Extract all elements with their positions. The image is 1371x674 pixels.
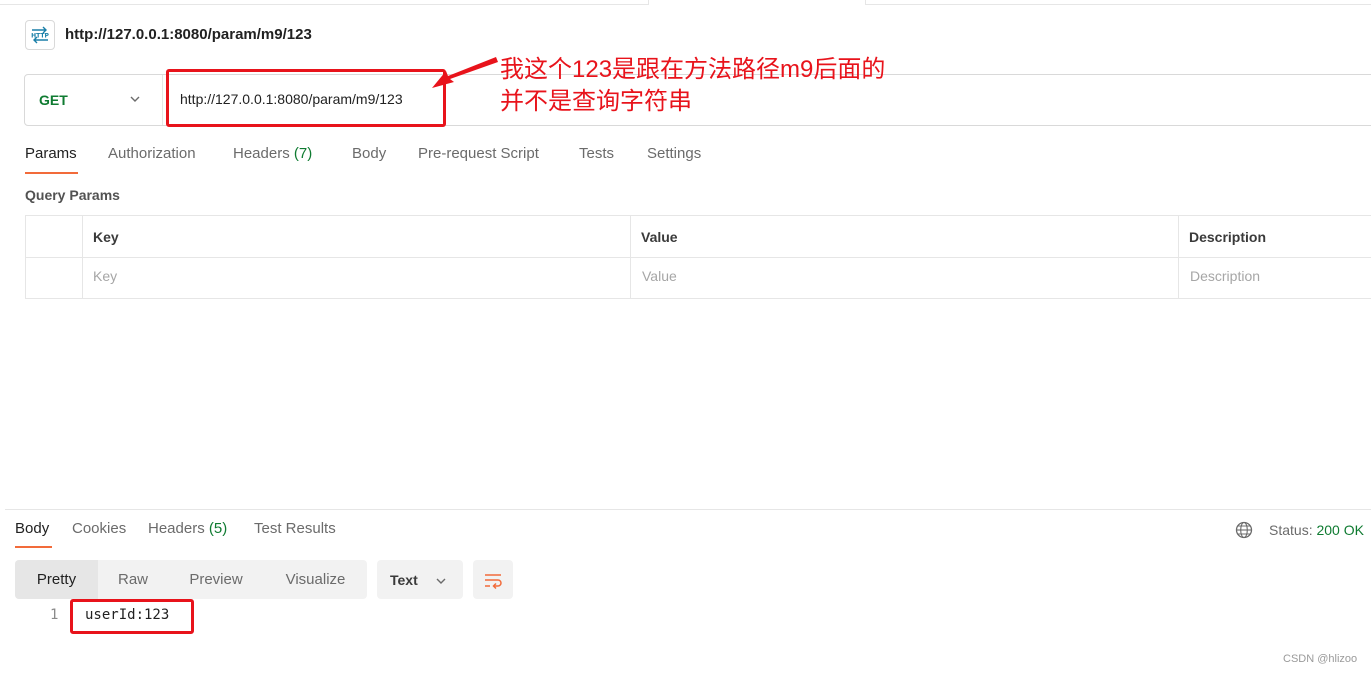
globe-icon[interactable] <box>1235 521 1253 539</box>
method-select[interactable]: GET <box>25 75 163 125</box>
annotation-text: 我这个123是跟在方法路径m9后面的 并不是查询字符串 <box>500 54 885 118</box>
watermark: CSDN @hlizoo <box>1283 653 1358 665</box>
tab-headers[interactable]: Headers (7) <box>233 145 312 162</box>
active-request-tab[interactable] <box>648 0 866 5</box>
wrap-lines-icon <box>485 574 502 590</box>
request-title[interactable]: http://127.0.0.1:8080/param/m9/123 <box>65 26 312 43</box>
annotation-line-1: 我这个123是跟在方法路径m9后面的 <box>500 56 886 83</box>
format-preview-button[interactable]: Preview <box>168 560 264 599</box>
svg-text:HTTP: HTTP <box>31 33 49 40</box>
response-divider[interactable] <box>5 509 1371 510</box>
tab-body[interactable]: Body <box>352 145 386 162</box>
chevron-down-icon <box>130 96 140 102</box>
response-tab-cookies[interactable]: Cookies <box>72 520 126 537</box>
tab-pre-request-script[interactable]: Pre-request Script <box>418 145 539 162</box>
response-tab-headers[interactable]: Headers (5) <box>148 520 227 537</box>
http-icon: HTTP <box>25 20 55 50</box>
format-pretty-button[interactable]: Pretty <box>15 560 98 599</box>
description-input[interactable]: Description <box>1190 268 1260 284</box>
response-active-tab-indicator <box>15 546 52 548</box>
body-format-toggle: Pretty Raw Preview Visualize <box>15 560 367 599</box>
body-type-label: Text <box>390 572 418 588</box>
response-tab-test-results[interactable]: Test Results <box>254 520 336 537</box>
tab-tests[interactable]: Tests <box>579 145 614 162</box>
line-number: 1 <box>50 607 59 623</box>
wrap-lines-button[interactable] <box>473 560 513 599</box>
body-type-select[interactable]: Text <box>377 560 463 599</box>
tab-settings[interactable]: Settings <box>647 145 701 162</box>
tab-authorization[interactable]: Authorization <box>108 145 196 162</box>
annotation-box-url <box>166 69 446 127</box>
response-status: Status: 200 OK <box>1269 522 1364 538</box>
column-header-key: Key <box>93 229 119 245</box>
annotation-box-body <box>70 599 194 634</box>
headers-count: (7) <box>293 145 313 162</box>
column-header-description: Description <box>1189 229 1267 245</box>
annotation-line-2: 并不是查询字符串 <box>500 88 692 115</box>
format-visualize-button[interactable]: Visualize <box>264 560 367 599</box>
response-headers-count: (5) <box>208 520 228 537</box>
response-tab-body[interactable]: Body <box>15 520 49 537</box>
tab-params[interactable]: Params <box>25 145 77 162</box>
column-header-value: Value <box>641 229 678 245</box>
value-input[interactable]: Value <box>642 268 677 284</box>
format-raw-button[interactable]: Raw <box>98 560 168 599</box>
method-label: GET <box>39 92 68 108</box>
active-tab-indicator <box>25 172 78 174</box>
chevron-down-icon <box>436 578 446 584</box>
query-params-table: Key Value Description Key Value Descript… <box>25 215 1371 299</box>
top-tab-strip <box>0 0 1371 5</box>
query-params-title: Query Params <box>25 187 120 203</box>
annotation-arrow <box>432 57 498 88</box>
status-code: 200 OK <box>1316 522 1364 538</box>
key-input[interactable]: Key <box>93 268 117 284</box>
